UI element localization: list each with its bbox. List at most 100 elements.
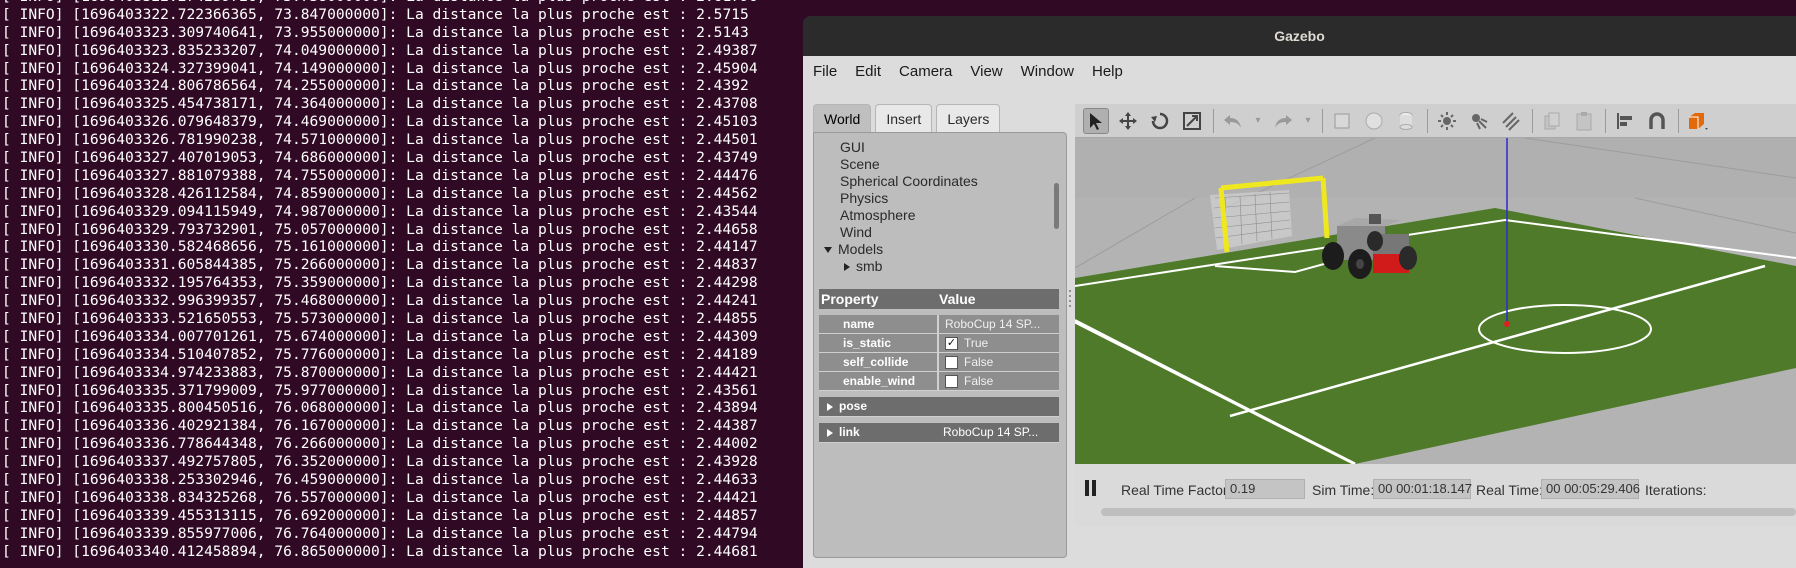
box-icon[interactable] bbox=[1329, 108, 1355, 134]
terminal-line: [ INFO] [1696403323.309740641, 73.955000… bbox=[2, 23, 749, 41]
world-panel: GUI Scene Spherical Coordinates Physics … bbox=[813, 132, 1067, 558]
terminal-line: [ INFO] [1696403327.407019053, 74.686000… bbox=[2, 149, 758, 167]
real-time-factor-value: 0.19 bbox=[1225, 479, 1305, 499]
tree-item-spherical-coordinates[interactable]: Spherical Coordinates bbox=[814, 173, 1052, 190]
terminal-line: [ INFO] [1696403328.426112584, 74.859000… bbox=[2, 184, 758, 202]
tab-world[interactable]: World bbox=[813, 104, 872, 132]
left-panel: World Insert Layers GUI Scene Spherical … bbox=[813, 104, 1067, 558]
terminal-line: [ INFO] [1696403335.371799009, 75.977000… bbox=[2, 381, 758, 399]
value-column-header: Value bbox=[939, 291, 976, 307]
iterations-label: Iterations: bbox=[1645, 482, 1707, 498]
world-tree: GUI Scene Spherical Coordinates Physics … bbox=[814, 133, 1052, 283]
expand-right-icon[interactable] bbox=[827, 402, 833, 411]
tree-item-smb-label: smb bbox=[856, 258, 883, 274]
tree-item-smb[interactable]: smb bbox=[814, 258, 1052, 275]
real-time-factor-label: Real Time Factor: bbox=[1121, 482, 1232, 498]
terminal-line: [ INFO] [1696403338.253302946, 76.459000… bbox=[2, 471, 758, 489]
property-row-is-static: is_static ✓ True bbox=[819, 334, 1059, 353]
terminal-line: [ INFO] [1696403325.454738171, 74.364000… bbox=[2, 95, 758, 113]
menu-window[interactable]: Window bbox=[1021, 63, 1074, 80]
checkbox-enable-wind[interactable] bbox=[945, 375, 958, 389]
terminal-line: [ INFO] [1696403324.327399041, 74.149000… bbox=[2, 59, 758, 77]
tab-insert[interactable]: Insert bbox=[875, 104, 933, 132]
sim-time-value: 00 00:01:18.147 bbox=[1373, 479, 1472, 499]
real-time-value: 00 00:05:29.406 bbox=[1541, 479, 1640, 499]
terminal-line: [ INFO] [1696403322.722366365, 73.847000… bbox=[2, 5, 749, 23]
sphere-icon[interactable] bbox=[1361, 108, 1387, 134]
spot-light-icon[interactable] bbox=[1466, 108, 1492, 134]
paste-icon[interactable] bbox=[1571, 108, 1597, 134]
rotate-icon[interactable] bbox=[1147, 108, 1173, 134]
terminal-line: [ INFO] [1696403334.974233883, 75.870000… bbox=[2, 363, 758, 381]
tree-item-wind[interactable]: Wind bbox=[814, 224, 1052, 241]
pause-icon[interactable] bbox=[1085, 480, 1099, 496]
group-label: pose bbox=[839, 399, 868, 413]
redo-icon[interactable] bbox=[1270, 108, 1296, 134]
point-light-icon[interactable] bbox=[1434, 108, 1460, 134]
tree-item-physics[interactable]: Physics bbox=[814, 190, 1052, 207]
property-key: name bbox=[819, 315, 937, 333]
panel-splitter[interactable] bbox=[1068, 286, 1072, 316]
terminal-line: [ INFO] [1696403340.412458894, 76.865000… bbox=[2, 542, 758, 560]
property-group-link[interactable]: link RoboCup 14 SP... bbox=[819, 423, 1059, 443]
menu-view[interactable]: View bbox=[970, 63, 1002, 80]
property-value: False bbox=[964, 355, 994, 369]
menu-file[interactable]: File bbox=[813, 63, 837, 80]
tab-layers[interactable]: Layers bbox=[936, 104, 1001, 132]
terminal-line: [ INFO] [1696403333.521650553, 75.573000… bbox=[2, 310, 758, 328]
copy-icon[interactable] bbox=[1539, 108, 1565, 134]
title-bar[interactable]: Gazebo bbox=[803, 16, 1796, 56]
status-bar: Real Time Factor: 0.19 Sim Time: 00 00:0… bbox=[1075, 464, 1796, 526]
property-value: False bbox=[964, 374, 994, 388]
group-label: link bbox=[839, 425, 860, 439]
property-column-header: Property bbox=[821, 291, 879, 307]
menu-help[interactable]: Help bbox=[1092, 63, 1123, 80]
expand-down-icon[interactable] bbox=[824, 247, 832, 254]
expand-right-icon[interactable] bbox=[827, 428, 833, 437]
tree-item-scene[interactable]: Scene bbox=[814, 156, 1052, 173]
view-angle-icon[interactable] bbox=[1685, 108, 1711, 134]
property-key: self_collide bbox=[819, 353, 937, 371]
translate-icon[interactable] bbox=[1115, 108, 1141, 134]
terminal-line: [ INFO] [1696403326.781990238, 74.571000… bbox=[2, 131, 758, 149]
checkbox-self-collide[interactable] bbox=[945, 356, 958, 370]
tree-scrollbar[interactable] bbox=[1054, 183, 1059, 229]
select-icon[interactable] bbox=[1083, 107, 1109, 134]
toolbar: ▾ ▾ bbox=[1075, 104, 1796, 138]
3d-viewport[interactable] bbox=[1075, 138, 1796, 464]
undo-icon[interactable] bbox=[1220, 108, 1246, 134]
menu-camera[interactable]: Camera bbox=[899, 63, 952, 80]
terminal-line: [ INFO] [1696403331.605844385, 75.266000… bbox=[2, 256, 758, 274]
cylinder-icon[interactable] bbox=[1393, 108, 1419, 134]
checkbox-is-static[interactable]: ✓ bbox=[945, 337, 958, 351]
undo-dropdown-icon[interactable]: ▾ bbox=[1252, 108, 1264, 134]
property-key: is_static bbox=[819, 334, 937, 352]
scale-icon[interactable] bbox=[1179, 108, 1205, 134]
expand-right-icon[interactable] bbox=[844, 263, 850, 272]
group-value bbox=[937, 397, 1059, 416]
horizontal-scrollbar[interactable] bbox=[1101, 508, 1796, 516]
terminal-line: [ INFO] [1696403335.800450516, 76.068000… bbox=[2, 399, 758, 417]
property-row-enable-wind: enable_wind False bbox=[819, 372, 1059, 391]
terminal-line: [ INFO] [1696403326.079648379, 74.469000… bbox=[2, 113, 758, 131]
property-group-pose[interactable]: pose bbox=[819, 397, 1059, 417]
origin-marker bbox=[1504, 321, 1510, 327]
redo-dropdown-icon[interactable]: ▾ bbox=[1302, 108, 1314, 134]
align-icon[interactable] bbox=[1612, 108, 1638, 134]
property-value[interactable]: RoboCup 14 SP... bbox=[937, 315, 1059, 333]
terminal-line: [ INFO] [1696403337.492757805, 76.352000… bbox=[2, 453, 758, 471]
snap-icon[interactable] bbox=[1644, 108, 1670, 134]
menu-edit[interactable]: Edit bbox=[855, 63, 881, 80]
property-row-name: name RoboCup 14 SP... bbox=[819, 315, 1059, 334]
tree-item-models[interactable]: Models bbox=[814, 241, 1052, 258]
tree-item-atmosphere[interactable]: Atmosphere bbox=[814, 207, 1052, 224]
terminal-line: [ INFO] [1696403332.195764353, 75.359000… bbox=[2, 274, 758, 292]
terminal-line: [ INFO] [1696403336.778644348, 76.266000… bbox=[2, 435, 758, 453]
directional-light-icon[interactable] bbox=[1498, 108, 1524, 134]
terminal-line: [ INFO] [1696403330.582468656, 75.161000… bbox=[2, 238, 758, 256]
terminal-window[interactable]: [ INFO] [1696403322.274239726, 73.738000… bbox=[0, 0, 800, 568]
gazebo-window: Gazebo File Edit Camera View Window Help… bbox=[803, 16, 1796, 568]
menu-bar: File Edit Camera View Window Help bbox=[803, 56, 1796, 86]
property-key: enable_wind bbox=[819, 372, 937, 390]
tree-item-gui[interactable]: GUI bbox=[814, 139, 1052, 156]
